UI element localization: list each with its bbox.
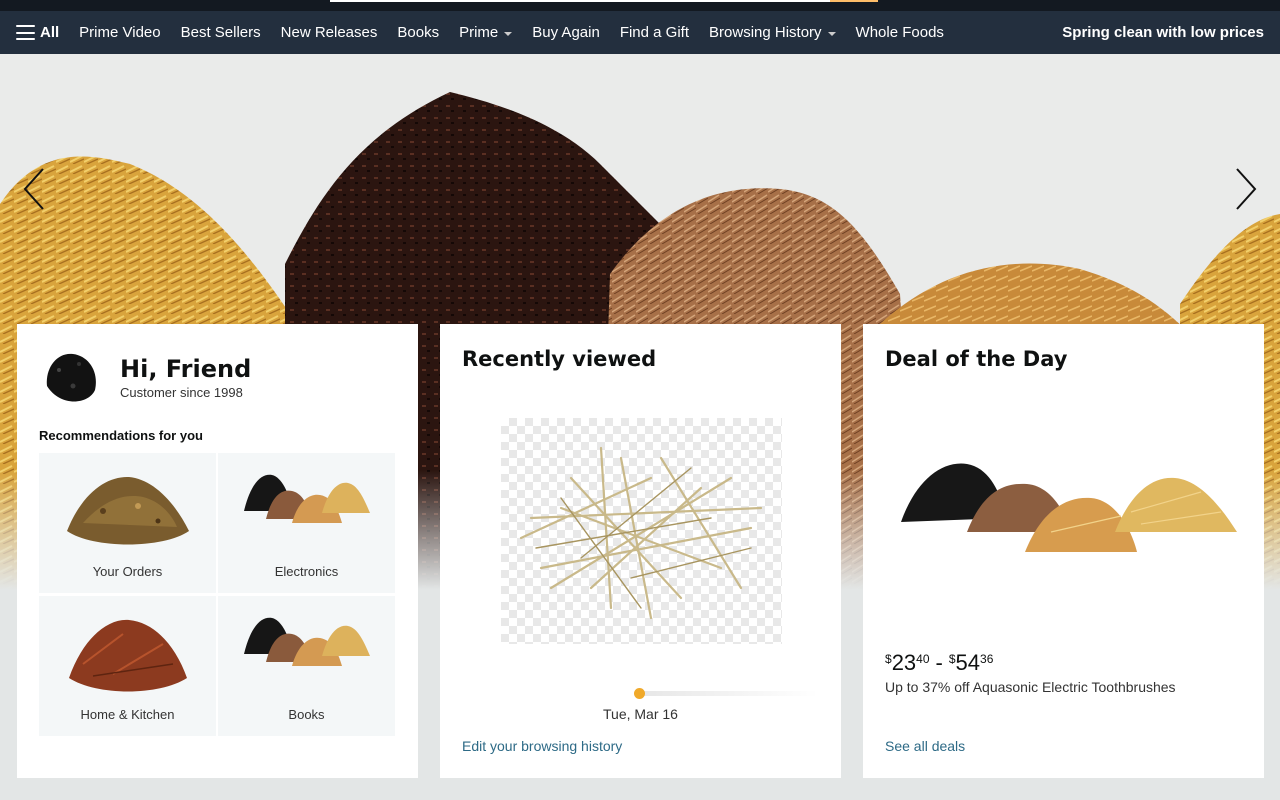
nav-item-label: Prime Video: [79, 24, 161, 41]
recently-viewed-date: Tue, Mar 16: [603, 706, 678, 722]
price-high-cents: 36: [980, 652, 994, 666]
product-image: [519, 446, 763, 620]
greeting-card: Hi, Friend Customer since 1998 Recommend…: [17, 324, 418, 778]
timeline-track: [638, 691, 818, 696]
nav-item-label: Find a Gift: [619, 24, 690, 41]
search-bar-edge: [330, 0, 878, 2]
rec-tile-books[interactable]: Books: [218, 596, 395, 736]
caret-down-icon: [827, 31, 836, 36]
edit-browsing-history-link[interactable]: Edit your browsing history: [462, 738, 622, 754]
nav-item-best-sellers[interactable]: Best Sellers: [181, 24, 261, 41]
search-button-edge: [830, 0, 878, 2]
nav-item-label: Best Sellers: [180, 24, 261, 41]
all-menu-label: All: [40, 24, 60, 41]
nav-item-prime[interactable]: Prime: [459, 24, 513, 41]
see-all-deals-link[interactable]: See all deals: [885, 738, 965, 754]
deal-of-the-day-card: Deal of the Day $23 40 - $54 36 Up to 37% …: [863, 324, 1264, 778]
greeting-name: Friend: [165, 354, 252, 383]
top-header-strip: [0, 0, 1280, 11]
customer-since: Customer since 1998: [120, 384, 243, 400]
price-low-cents: 40: [916, 652, 930, 666]
greeting-text: Hi, Friend Customer since 1998: [120, 355, 251, 400]
currency-symbol: $: [885, 652, 892, 666]
nav-bar: All Prime Video Best Sellers New Release…: [0, 11, 1280, 54]
recently-viewed-title: Recently viewed: [462, 347, 657, 371]
price-high-dollars: 54: [955, 650, 981, 675]
rec-tile-label: Electronics: [274, 564, 339, 579]
rec-tile-label: Books: [288, 707, 325, 722]
greeting-line: Hi, Friend: [120, 355, 251, 383]
browsing-timeline[interactable]: [634, 688, 820, 699]
chevron-left-icon: [23, 168, 44, 210]
nav-item-books[interactable]: Books: [397, 24, 439, 41]
nav-item-label: New Releases: [280, 24, 378, 41]
nav-item-find-a-gift[interactable]: Find a Gift: [620, 24, 689, 41]
rec-tile-home-kitchen[interactable]: Home & Kitchen: [39, 596, 216, 736]
deal-product-image[interactable]: [901, 452, 1241, 572]
recommendations-title: Recommendations for you: [39, 428, 203, 443]
greeting-hi: Hi,: [120, 354, 158, 383]
carousel-prev-button[interactable]: [14, 164, 54, 214]
rec-tile-label: Home & Kitchen: [80, 707, 175, 722]
nav-item-label: Whole Foods: [855, 24, 944, 41]
nav-item-browsing-history[interactable]: Browsing History: [709, 24, 836, 41]
recommendations-grid: Your Orders Electronics Home & Kitchen B…: [39, 453, 396, 736]
product-image: [243, 474, 370, 523]
carousel-next-button[interactable]: [1226, 164, 1266, 214]
greeting-header: Hi, Friend Customer since 1998: [39, 346, 396, 408]
product-image: [68, 619, 187, 692]
product-image: [66, 476, 189, 545]
currency-symbol: $: [948, 652, 956, 666]
rec-tile-label: Your Orders: [92, 564, 163, 579]
nav-promo-link[interactable]: Spring clean with low prices: [1062, 11, 1264, 54]
timeline-dot[interactable]: [634, 688, 645, 699]
nav-item-whole-foods[interactable]: Whole Foods: [856, 24, 944, 41]
deal-title: Deal of the Day: [885, 347, 1068, 371]
nav-item-prime-video[interactable]: Prime Video: [79, 24, 160, 41]
hamburger-icon: [16, 25, 35, 40]
avatar[interactable]: [39, 346, 101, 408]
rec-tile-electronics[interactable]: Electronics: [218, 453, 395, 593]
nav-item-label: Prime: [459, 24, 499, 41]
price-dash: -: [935, 650, 943, 675]
recently-viewed-card: Recently viewed Tue, Mar 16 Edit your br…: [440, 324, 841, 778]
product-image: [243, 617, 370, 666]
nav-item-label: Buy Again: [532, 24, 600, 41]
recently-viewed-product-image[interactable]: [501, 418, 782, 644]
deal-description[interactable]: Up to 37% off Aquasonic Electric Toothbr…: [885, 679, 1176, 695]
rec-tile-your-orders[interactable]: Your Orders: [39, 453, 216, 593]
nav-item-label: Browsing History: [709, 24, 822, 41]
chevron-right-icon: [1236, 168, 1257, 210]
nav-item-buy-again[interactable]: Buy Again: [532, 24, 600, 41]
caret-down-icon: [504, 31, 513, 36]
nav-item-new-releases[interactable]: New Releases: [281, 24, 378, 41]
nav-item-label: Books: [397, 24, 440, 41]
all-menu-button[interactable]: All: [16, 24, 59, 41]
price-low-dollars: 23: [891, 650, 917, 675]
deal-price-range: $23 40 - $54 36: [885, 650, 993, 676]
